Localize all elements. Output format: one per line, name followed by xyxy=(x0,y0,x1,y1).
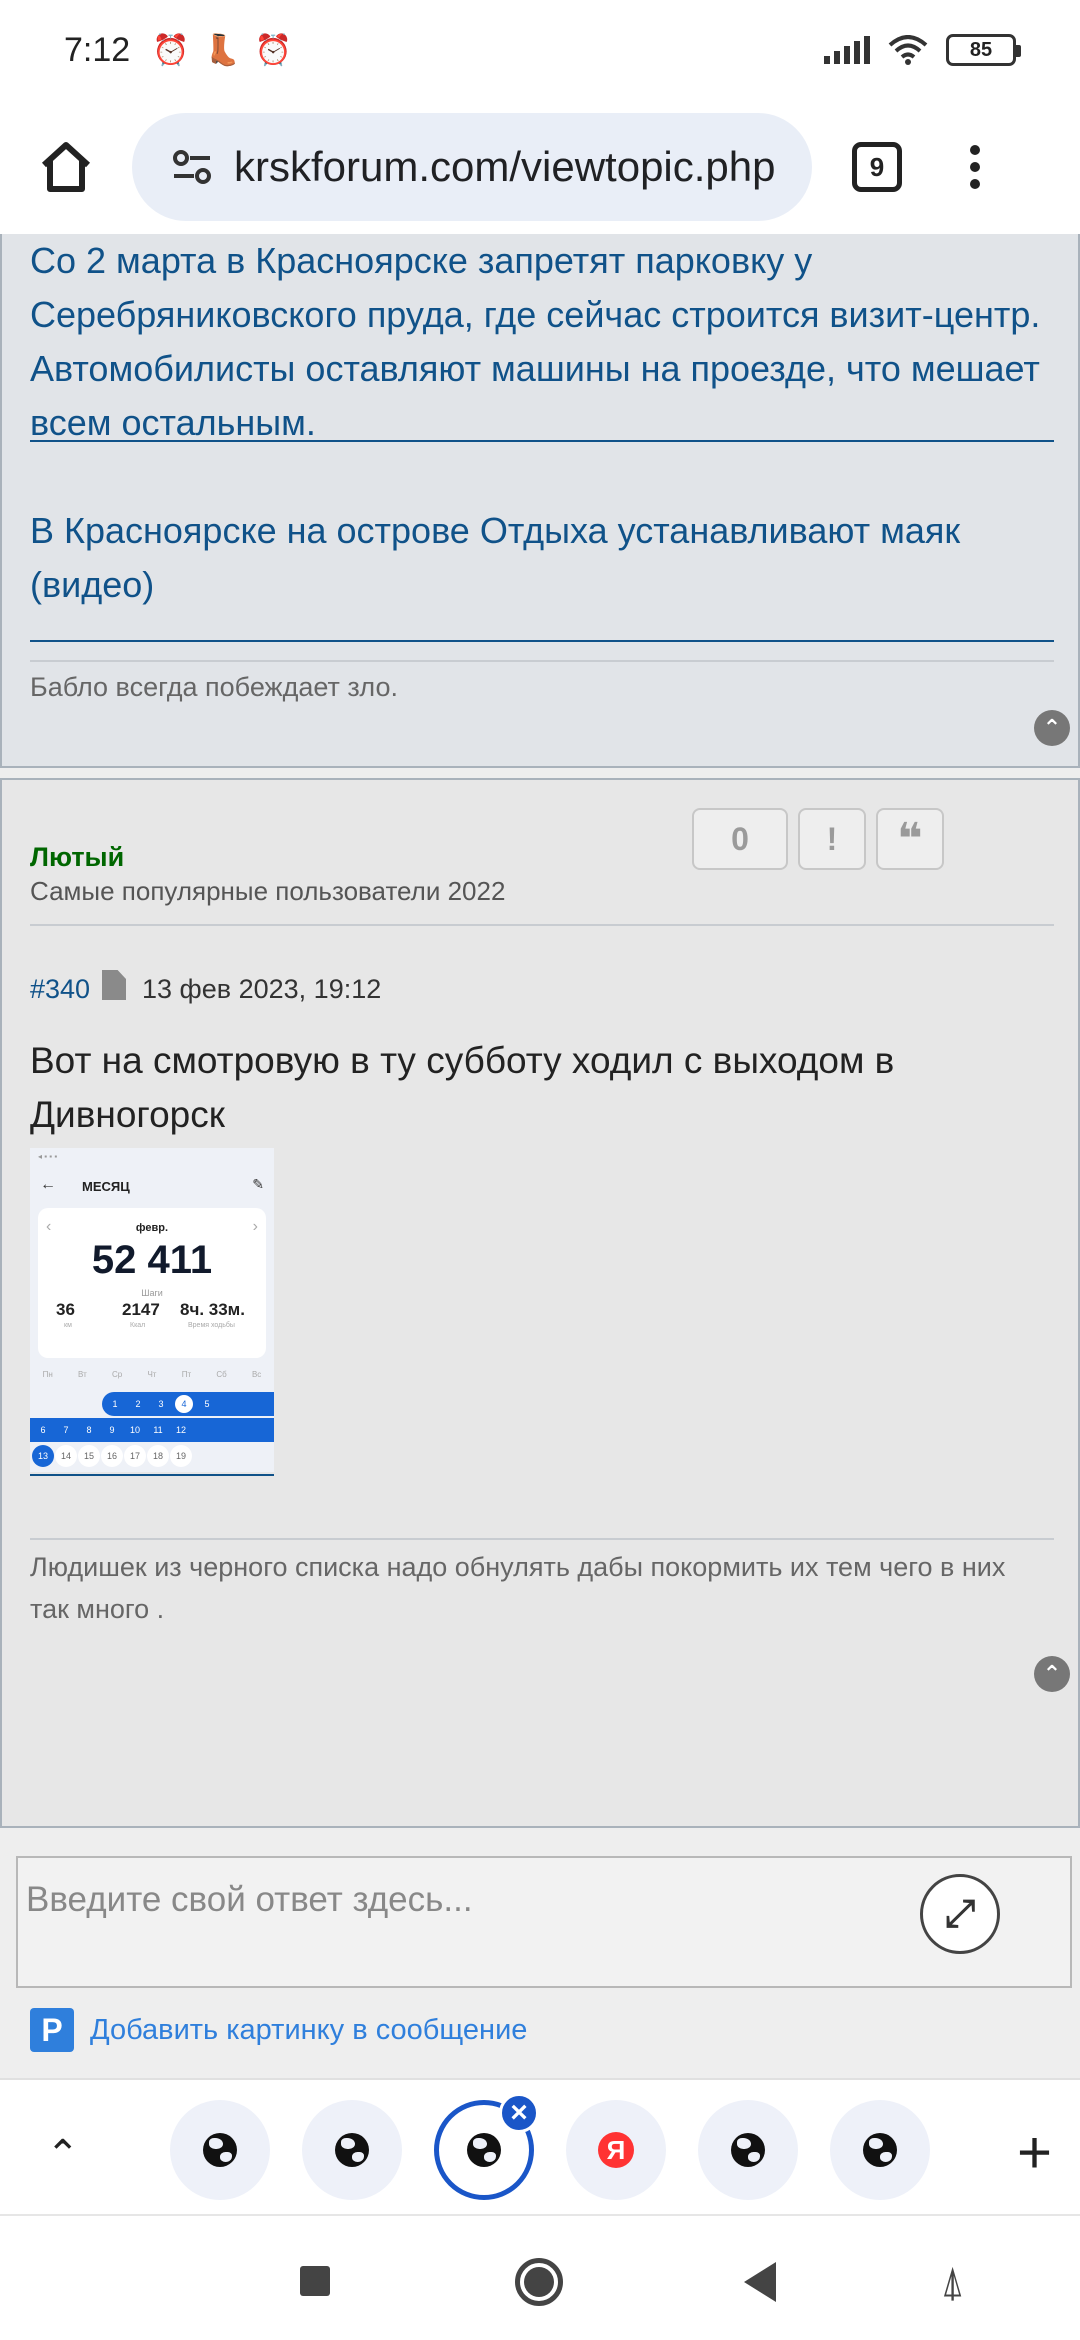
yandex-icon: Я xyxy=(598,2132,634,2168)
forum-post: Со 2 марта в Красноярске запретят парков… xyxy=(0,234,1080,768)
tab-favicon[interactable] xyxy=(302,2100,402,2200)
thumb-stat: 2147 xyxy=(122,1300,160,1319)
back-icon[interactable] xyxy=(744,2262,776,2302)
globe-icon xyxy=(203,2133,237,2167)
chevron-up-icon[interactable]: ⌃ xyxy=(46,2132,80,2178)
thumb-month: февр. xyxy=(135,1222,169,1234)
system-nav-bar: ⍋ xyxy=(0,2214,1080,2340)
status-icons: ⏰ 👢 ⏰ xyxy=(152,33,292,68)
thumb-steps: 52 411 xyxy=(91,1238,213,1282)
thumb-stat-label: км xyxy=(64,1322,72,1329)
calendar-week: 6 7 8 9 10 11 12 xyxy=(30,1418,274,1442)
home-nav-icon[interactable] xyxy=(515,2258,563,2306)
post-signature: Людишек из черного списка надо обнулять … xyxy=(30,1552,1006,1624)
thumb-stat-label: Ккал xyxy=(130,1322,146,1329)
overflow-menu-icon[interactable] xyxy=(970,145,980,189)
divider xyxy=(30,1538,1054,1540)
wifi-icon xyxy=(888,35,928,65)
reply-placeholder: Введите свой ответ здесь... xyxy=(26,1880,473,1919)
image-link-underline xyxy=(30,1474,274,1476)
home-button[interactable] xyxy=(22,123,110,211)
status-time: 7:12 xyxy=(64,30,131,69)
close-tab-icon[interactable]: × xyxy=(499,2093,539,2133)
boot-icon: 👢 xyxy=(203,33,241,67)
post-date: 13 фев 2023, 19:12 xyxy=(142,974,382,1004)
alarm-icon: ⏰ xyxy=(152,33,190,67)
divider xyxy=(30,924,1054,926)
alarm-icon: ⏰ xyxy=(254,33,293,67)
add-image-link[interactable]: P Добавить картинку в сообщение xyxy=(30,2008,527,2052)
back-to-top-icon[interactable]: ⌃ xyxy=(1034,1656,1070,1692)
accessibility-icon[interactable]: ⍋ xyxy=(940,2258,965,2307)
post-author[interactable]: Лютый xyxy=(30,842,124,873)
new-tab-icon[interactable]: + xyxy=(1017,2118,1052,2187)
status-bar: 7:12 ⏰ 👢 ⏰ 85 xyxy=(0,0,1080,100)
site-settings-icon[interactable] xyxy=(170,145,214,189)
author-rank: Самые популярные пользователи 2022 xyxy=(30,876,506,906)
calendar-week: 13 14 15 16 17 18 19 xyxy=(30,1444,274,1468)
home-icon xyxy=(41,142,91,192)
report-button[interactable]: ! xyxy=(798,808,866,870)
globe-icon xyxy=(863,2133,897,2167)
url-bar[interactable]: krskforum.com/viewtopic.php xyxy=(132,113,812,221)
thumb-stat-label: Время ходьбы xyxy=(188,1322,235,1329)
thumb-weekdays: Пн Вт Ср Чт Пт Сб Вс xyxy=(42,1370,262,1379)
signature-link[interactable]: Со 2 марта в Красноярске запретят парков… xyxy=(30,234,1054,443)
thumb-steps-label: Шаги xyxy=(141,1288,163,1298)
recents-icon[interactable] xyxy=(300,2266,330,2296)
thumb-stat: 8ч. 33м. xyxy=(180,1300,245,1319)
post-signature: Бабло всегда побеждает зло. xyxy=(30,672,399,702)
tab-favicon[interactable] xyxy=(698,2100,798,2200)
reputation-button[interactable]: 0 xyxy=(692,808,788,870)
signal-icon xyxy=(824,36,870,64)
image-upload-icon: P xyxy=(30,2008,74,2052)
attached-image[interactable]: ◂ ▪ ▪ ▪ ← МЕСЯЦ ✎ ‹ › февр. 52 411 Шаги … xyxy=(30,1148,274,1472)
post-permalink[interactable]: #340 xyxy=(30,974,90,1005)
document-icon xyxy=(102,970,126,1000)
forum-content: Со 2 марта в Красноярске запретят парков… xyxy=(0,234,1080,1850)
reply-textarea[interactable]: Введите свой ответ здесь... ⤢ xyxy=(16,1856,1072,1988)
globe-icon xyxy=(731,2133,765,2167)
back-arrow-icon: ← xyxy=(40,1176,56,1193)
browser-toolbar: krskforum.com/viewtopic.php 9 xyxy=(0,100,1080,234)
tab-switcher-button[interactable]: 9 xyxy=(852,142,902,192)
thumb-status: ◂ ▪ ▪ ▪ xyxy=(38,1152,58,1161)
divider xyxy=(30,660,1054,662)
tab-favicon[interactable]: Я xyxy=(566,2100,666,2200)
tab-favicon[interactable] xyxy=(170,2100,270,2200)
steps-card: ‹ › февр. 52 411 Шаги 36 2147 8ч. 33м. к… xyxy=(38,1208,266,1358)
edit-icon: ✎ xyxy=(252,1176,264,1192)
quick-reply: Введите свой ответ здесь... ⤢ P Добавить… xyxy=(0,1850,1080,2078)
thumb-stat: 36 xyxy=(56,1300,75,1319)
tab-strip: ⌃ × Я + xyxy=(0,2078,1080,2214)
tab-favicon[interactable] xyxy=(830,2100,930,2200)
battery-icon: 85 xyxy=(946,34,1021,66)
globe-icon xyxy=(467,2133,501,2167)
expand-icon[interactable]: ⤢ xyxy=(920,1874,1000,1954)
calendar-week: 1 2 3 4 5 xyxy=(30,1392,274,1416)
signature-link[interactable]: В Красноярске на острове Отдыха устанавл… xyxy=(30,504,1054,642)
thumb-title: МЕСЯЦ xyxy=(82,1179,130,1194)
post-body: Вот на смотровую в ту субботу ходил с вы… xyxy=(30,1040,895,1135)
globe-icon xyxy=(335,2133,369,2167)
forum-post: Лютый Самые популярные пользователи 2022… xyxy=(0,778,1080,1828)
back-to-top-icon[interactable]: ⌃ xyxy=(1034,710,1070,746)
quote-button[interactable]: ❝ xyxy=(876,808,944,870)
active-tab[interactable]: × xyxy=(434,2093,539,2200)
url-text[interactable]: krskforum.com/viewtopic.php xyxy=(234,143,776,191)
add-image-label[interactable]: Добавить картинку в сообщение xyxy=(90,2014,527,2047)
